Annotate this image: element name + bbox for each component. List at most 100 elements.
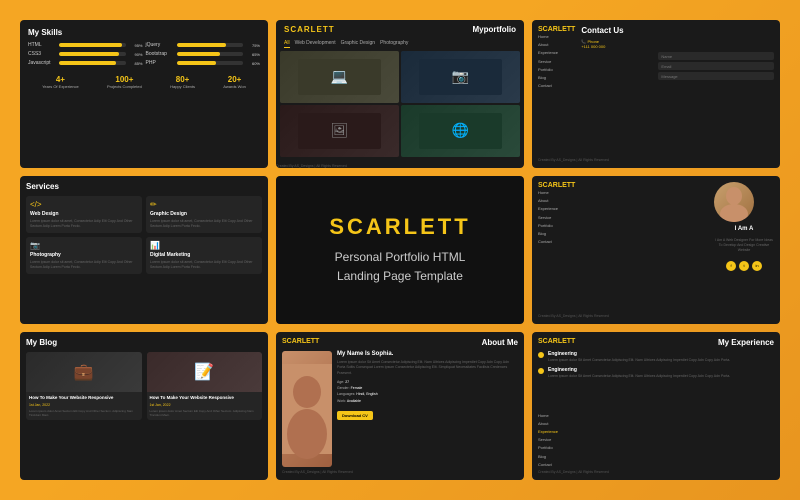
am-rights: All Rights Reserved <box>322 470 353 474</box>
contact-footer: Created By AS_Designs | All Rights Reser… <box>538 155 774 162</box>
portfolio-thumb-3[interactable]: 🖼 <box>280 105 399 157</box>
ap-nav-service[interactable]: Service <box>538 214 575 221</box>
blog-post-1[interactable]: 💼 How To Make Your Website Responsive 1s… <box>26 352 142 420</box>
stat-clients-label: Happy Clients <box>170 84 195 89</box>
service-web-design: </> Web Design Lorem ipsum dolor sit ame… <box>26 196 142 233</box>
ap-credit: Created By AS_Designs | <box>538 314 577 318</box>
about-me-photo <box>282 351 332 467</box>
about-me-card: SCARLETT About Me My Name Is Sophia. Lor… <box>276 332 524 480</box>
exp-role-2: Engineering <box>548 367 774 373</box>
exp-nav-home[interactable]: Home <box>538 412 558 419</box>
center-card: SCARLETT Personal Portfolio HTML Landing… <box>276 176 524 324</box>
contact-left: SCARLETT Home About Experience Service P… <box>538 26 575 89</box>
blog-card: My Blog 💼 How To Make Your Website Respo… <box>20 332 268 480</box>
contact-name-input[interactable] <box>658 52 774 60</box>
portfolio-card: SCARLETT Myportfolio All Web Development… <box>276 20 524 168</box>
nav-contact[interactable]: Contact <box>538 82 575 89</box>
ap-nav-contact[interactable]: Contact <box>538 238 575 245</box>
ap-nav-about[interactable]: About <box>538 197 575 204</box>
contact-header: SCARLETT Home About Experience Service P… <box>538 26 774 89</box>
portfolio-tabs[interactable]: All Web Development Graphic Design Photo… <box>276 37 524 51</box>
skill-pct-js: 85% <box>129 61 143 66</box>
web-icon: 🌐 <box>419 113 502 149</box>
about-me-footer: Created By AS_Designs | All Rights Reser… <box>282 467 518 474</box>
skill-row-js: Javascript 85% PHP 60% <box>28 60 260 66</box>
ap-nav-portfolio[interactable]: Portfolio <box>538 222 575 229</box>
ap-nav-blog[interactable]: Blog <box>538 230 575 237</box>
tab-web[interactable]: Web Development <box>295 39 336 48</box>
about-iam-text: I Am A <box>735 226 754 232</box>
linkedin-button[interactable]: in <box>752 261 762 271</box>
service-digital-desc: Lorem ipsum dolor sit amet, Consectetur … <box>150 260 258 270</box>
service-web-desc: Lorem ipsum dolor sit amet, Consectetur … <box>30 219 138 229</box>
service-graphic-design: ✏ Graphic Design Lorem ipsum dolor sit a… <box>146 196 262 233</box>
stat-awards-label: Awards Won <box>223 84 246 89</box>
skill-name-jquery: jQuery <box>146 42 174 48</box>
work-value: Available <box>347 399 361 403</box>
nav-home[interactable]: Home <box>538 33 575 40</box>
skill-pct-html: 95% <box>129 43 143 48</box>
about-me-text: Lorem ipsum dolor Sit Amet Consectetur A… <box>337 360 518 376</box>
stat-projects: 100+ Projects Completed <box>107 75 142 89</box>
exp-dot-2 <box>538 368 544 374</box>
about-portrait-footer: Created By AS_Designs | All Rights Reser… <box>538 311 774 318</box>
blog-post-1-title: How To Make Your Website Responsive <box>29 395 139 401</box>
experience-card: SCARLETT My Experience Engineering Lorem… <box>532 332 780 480</box>
exp-nav-contact[interactable]: Contact <box>538 461 558 468</box>
tab-photo[interactable]: Photography <box>380 39 408 48</box>
ap-nav-experience[interactable]: Experience <box>538 205 575 212</box>
blog-posts: 💼 How To Make Your Website Responsive 1s… <box>26 352 262 420</box>
nav-about[interactable]: About <box>538 41 575 48</box>
skills-title: My Skills <box>28 28 260 37</box>
tab-graphic[interactable]: Graphic Design <box>341 39 375 48</box>
nav-blog[interactable]: Blog <box>538 74 575 81</box>
nav-portfolio[interactable]: Portfolio <box>538 66 575 73</box>
tab-all[interactable]: All <box>284 39 290 48</box>
skill-name-bootstrap: Bootstrap <box>146 51 174 57</box>
contact-right: Contact Us 📞 Phone +111 000 000 <box>575 26 774 89</box>
portfolio-rights: All Rights Reserved <box>316 164 347 168</box>
experience-items: Engineering Lorem ipsum dolor Sit Amet C… <box>538 351 774 379</box>
service-graphic-name: Graphic Design <box>150 211 258 217</box>
portfolio-thumb-4[interactable]: 🌐 <box>401 105 520 157</box>
phone-number: +111 000 000 <box>581 44 605 49</box>
stat-projects-num: 100+ <box>107 75 142 84</box>
lang-value: Hindi, English <box>356 392 377 396</box>
skill-bar-jquery <box>177 43 244 47</box>
twitter-button[interactable]: t <box>739 261 749 271</box>
nav-experience[interactable]: Experience <box>538 49 575 56</box>
experience-item-2: Engineering Lorem ipsum dolor Sit Amet C… <box>538 367 774 379</box>
experience-brand: SCARLETT <box>538 338 575 347</box>
exp-nav-service[interactable]: Service <box>538 436 558 443</box>
nav-service[interactable]: Service <box>538 58 575 65</box>
facebook-button[interactable]: f <box>726 261 736 271</box>
exp-nav-portfolio[interactable]: Portfolio <box>538 444 558 451</box>
about-me-body: My Name Is Sophia. Lorem ipsum dolor Sit… <box>282 351 518 467</box>
contact-message-input[interactable] <box>658 72 774 80</box>
portfolio-thumb-2[interactable]: 📷 <box>401 51 520 103</box>
portfolio-thumb-1[interactable]: 💻 <box>280 51 399 103</box>
skill-row-html: HTML 95% jQuery 75% <box>28 42 260 48</box>
exp-desc-1: Lorem ipsum dolor Sit Amet Consectetur A… <box>548 358 774 363</box>
camera-icon: 📷 <box>419 59 502 95</box>
web-design-icon: </> <box>30 200 138 209</box>
blog-post-2[interactable]: 📝 How To Make Your Website Responsive 1s… <box>147 352 263 420</box>
about-me-portrait-svg <box>282 351 332 467</box>
exp-nav-blog[interactable]: Blog <box>538 453 558 460</box>
experience-header: SCARLETT My Experience <box>538 338 774 347</box>
contact-email-input[interactable] <box>658 62 774 70</box>
blog-post-1-date: 1st Jan, 2022 <box>29 403 139 407</box>
exp-nav-experience[interactable]: Experience <box>538 428 558 435</box>
skill-pct-bootstrap: 65% <box>246 52 260 57</box>
skill-name-php: PHP <box>146 60 174 66</box>
exp-nav-about[interactable]: About <box>538 420 558 427</box>
blog-post-2-content: How To Make Your Website Responsive 1st … <box>147 392 263 420</box>
about-portrait-left: SCARLETT Home About Experience Service P… <box>538 182 575 245</box>
download-cv-button[interactable]: Download CV <box>337 411 373 420</box>
blog-post-2-title: How To Make Your Website Responsive <box>150 395 260 401</box>
stat-clients-num: 80+ <box>170 75 195 84</box>
skill-bar-bootstrap <box>177 52 244 56</box>
ap-nav-home[interactable]: Home <box>538 189 575 196</box>
stat-clients: 80+ Happy Clients <box>170 75 195 89</box>
services-card: Services </> Web Design Lorem ipsum dolo… <box>20 176 268 324</box>
